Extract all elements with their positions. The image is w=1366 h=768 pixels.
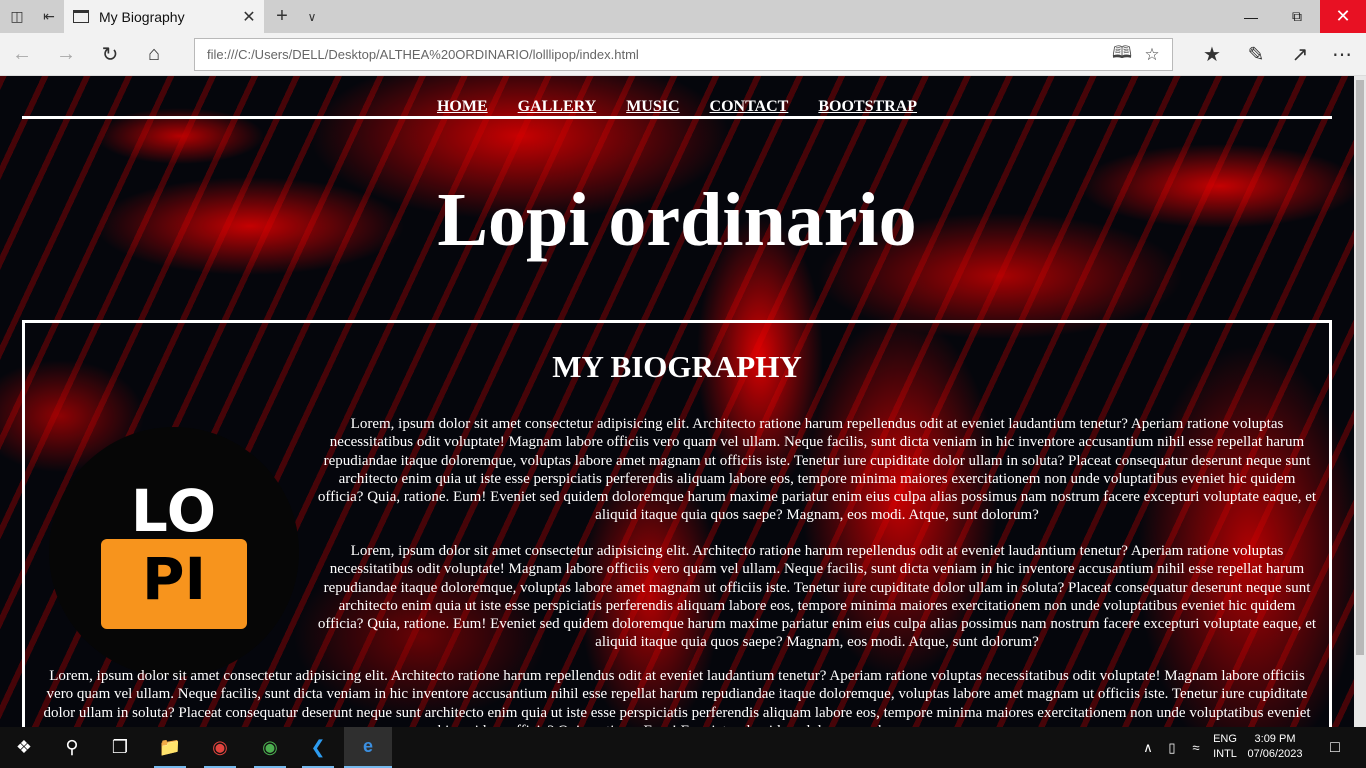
biography-heading: MY BIOGRAPHY xyxy=(552,349,802,384)
logo-text-bottom: PI xyxy=(141,545,207,613)
close-tab-icon[interactable]: ✕ xyxy=(234,7,264,27)
new-tab-icon[interactable]: + xyxy=(268,0,296,33)
chevron-down-icon[interactable]: ∨ xyxy=(298,0,326,33)
window-close-icon[interactable]: ✕ xyxy=(1320,0,1366,33)
bio-paragraph: Lorem, ipsum dolor sit amet consectetur … xyxy=(317,543,1317,651)
bio-paragraph: Lorem, ipsum dolor sit amet consectetur … xyxy=(317,416,1317,524)
tab-actions-icon[interactable]: ◫ xyxy=(0,0,34,33)
wifi-icon[interactable]: ≈ xyxy=(1184,727,1208,768)
input-language[interactable]: ENG INTL xyxy=(1210,732,1240,762)
taskbar: ❖ ⚲ ❐ 📁 ◉ ◉ ❮ e ∧ ▯ ≈ ENG INTL 3:09 PM 0… xyxy=(0,727,1366,768)
tab-title: My Biography xyxy=(99,8,185,25)
nav-link-contact[interactable]: CONTACT xyxy=(710,98,789,118)
logo-text-top: LO xyxy=(130,477,218,545)
browser-tab[interactable]: My Biography ✕ xyxy=(64,0,264,33)
chrome-profile-icon[interactable]: ◉ xyxy=(196,727,244,768)
lang-line-1: ENG xyxy=(1213,733,1237,745)
page-viewport: HOME GALLERY MUSIC CONTACT BOOTSTRAP Lop… xyxy=(0,76,1354,727)
chevron-up-icon[interactable]: ∧ xyxy=(1136,727,1160,768)
lang-line-2: INTL xyxy=(1213,748,1237,760)
task-view-icon[interactable]: ❐ xyxy=(96,727,144,768)
power-icon[interactable]: ▯ xyxy=(1160,727,1184,768)
site-nav: HOME GALLERY MUSIC CONTACT BOOTSTRAP xyxy=(22,98,1332,118)
address-url[interactable]: file:///C:/Users/DELL/Desktop/ALTHEA%20O… xyxy=(207,47,639,62)
pen-icon[interactable]: ✎ xyxy=(1234,33,1278,76)
windows-start-icon[interactable]: ❖ xyxy=(0,727,48,768)
browser-toolbar: ← → ↻ ⌂ file:///C:/Users/DELL/Desktop/AL… xyxy=(0,33,1366,76)
file-explorer-icon[interactable]: 📁 xyxy=(146,727,194,768)
set-aside-tabs-icon[interactable]: ⇤ xyxy=(32,0,66,33)
edge-icon[interactable]: e xyxy=(344,727,392,768)
vscode-icon[interactable]: ❮ xyxy=(294,727,342,768)
clock-date: 07/06/2023 xyxy=(1247,748,1303,760)
nav-link-music[interactable]: MUSIC xyxy=(626,98,679,118)
clock[interactable]: 3:09 PM 07/06/2023 xyxy=(1244,732,1306,762)
page-scrollbar[interactable] xyxy=(1354,76,1366,727)
scrollbar-thumb[interactable] xyxy=(1356,80,1364,655)
site-title: Lopi ordinario xyxy=(437,178,917,262)
nav-divider xyxy=(22,116,1332,119)
bio-paragraph: Lorem, ipsum dolor sit amet consectetur … xyxy=(43,668,1311,727)
nav-link-gallery[interactable]: GALLERY xyxy=(518,98,597,118)
restore-icon[interactable]: ⧉ xyxy=(1274,0,1320,33)
clock-time: 3:09 PM xyxy=(1254,733,1296,745)
chrome-icon[interactable]: ◉ xyxy=(246,727,294,768)
browser-tab-bar: ◫ ⇤ My Biography ✕ + ∨ — ⧉ ✕ xyxy=(0,0,1366,33)
favorites-hub-icon[interactable]: ★ xyxy=(1190,33,1234,76)
home-icon[interactable]: ⌂ xyxy=(132,33,176,76)
nav-link-bootstrap[interactable]: BOOTSTRAP xyxy=(818,98,917,118)
favorite-star-icon[interactable]: ☆ xyxy=(1137,39,1167,70)
search-icon[interactable]: ⚲ xyxy=(48,727,96,768)
lopi-logo: LO PI xyxy=(49,427,299,677)
reading-view-icon[interactable]: 🕮 xyxy=(1107,39,1137,70)
nav-link-home[interactable]: HOME xyxy=(437,98,488,118)
minimize-icon[interactable]: — xyxy=(1228,0,1274,33)
back-icon[interactable]: ← xyxy=(0,33,44,76)
biography-section: MY BIOGRAPHY LO PI Lorem, ipsum dolor si… xyxy=(22,320,1332,727)
address-bar[interactable]: file:///C:/Users/DELL/Desktop/ALTHEA%20O… xyxy=(194,38,1173,71)
page-icon xyxy=(73,10,89,23)
notifications-icon[interactable]: □ xyxy=(1320,727,1350,768)
forward-icon[interactable]: → xyxy=(44,33,88,76)
share-icon[interactable]: ↗ xyxy=(1278,33,1322,76)
refresh-icon[interactable]: ↻ xyxy=(88,33,132,76)
more-icon[interactable]: ⋯ xyxy=(1320,33,1364,76)
